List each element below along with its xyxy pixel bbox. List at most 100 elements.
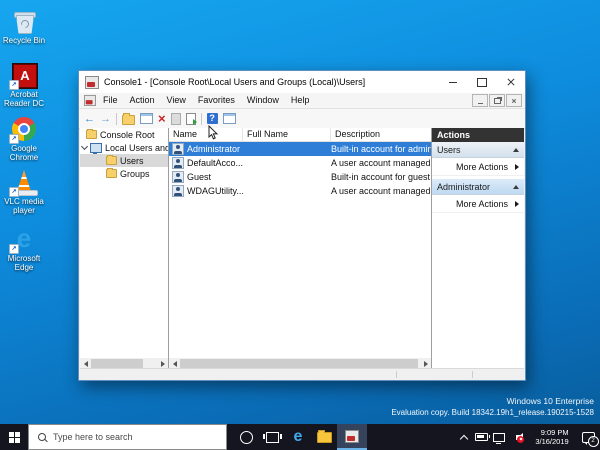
user-row-guest[interactable]: Guest Built-in account for guest access … bbox=[169, 170, 431, 184]
vlc-icon: ↗ bbox=[11, 169, 37, 195]
desktop-icon-label: Recycle Bin bbox=[1, 36, 47, 45]
start-button[interactable] bbox=[0, 424, 28, 450]
user-description: A user account managed by the s... bbox=[331, 158, 431, 168]
menu-bar: File Action View Favorites Window Help bbox=[79, 93, 525, 109]
tree-item-groups[interactable]: Groups bbox=[80, 167, 168, 180]
help-icon[interactable]: ? bbox=[207, 113, 218, 124]
mmc-app-icon bbox=[85, 76, 99, 89]
taskbar-explorer-button[interactable] bbox=[311, 424, 337, 450]
task-view-button[interactable] bbox=[259, 424, 285, 450]
menu-help[interactable]: Help bbox=[285, 93, 316, 108]
action-center-icon: 2 bbox=[582, 432, 595, 443]
tree-item-label: Local Users and Gro bbox=[105, 143, 168, 153]
mmc-console-window: Console1 - [Console Root\Local Users and… bbox=[78, 70, 526, 381]
edge-icon: e bbox=[294, 428, 303, 446]
shortcut-arrow-icon: ↗ bbox=[9, 244, 19, 254]
close-button[interactable] bbox=[496, 71, 525, 93]
window-title: Console1 - [Console Root\Local Users and… bbox=[104, 77, 438, 87]
user-row-administrator[interactable]: Administrator Built-in account for admin… bbox=[169, 142, 431, 156]
menu-window[interactable]: Window bbox=[241, 93, 285, 108]
tree-item-label: Users bbox=[120, 156, 144, 166]
tray-network[interactable] bbox=[490, 433, 508, 442]
folder-icon bbox=[106, 169, 117, 178]
speaker-icon bbox=[516, 435, 520, 440]
taskbar-edge-button[interactable]: e bbox=[285, 424, 311, 450]
window-titlebar[interactable]: Console1 - [Console Root\Local Users and… bbox=[79, 71, 525, 93]
actions-section-label: Administrator bbox=[437, 182, 490, 192]
forward-icon[interactable]: → bbox=[100, 112, 111, 126]
expanded-chevron-icon[interactable] bbox=[81, 143, 88, 150]
scrollbar-thumb[interactable] bbox=[180, 359, 418, 368]
windows-logo-icon bbox=[9, 432, 20, 443]
properties-icon[interactable] bbox=[171, 113, 181, 125]
desktop-icon-vlc[interactable]: ↗ VLC media player bbox=[1, 169, 47, 215]
taskbar-search[interactable]: Type here to search bbox=[28, 424, 227, 450]
child-restore-button[interactable] bbox=[489, 94, 505, 107]
back-icon[interactable]: ← bbox=[84, 112, 95, 126]
cortana-icon bbox=[240, 431, 253, 444]
more-actions-users[interactable]: More Actions bbox=[432, 158, 524, 176]
collapse-icon[interactable] bbox=[513, 148, 519, 152]
cortana-button[interactable] bbox=[233, 424, 259, 450]
desktop-icon-acrobat-reader[interactable]: A ↗ Acrobat Reader DC bbox=[1, 62, 47, 108]
desktop-icon-label: Google Chrome bbox=[1, 144, 47, 162]
scrollbar-thumb[interactable] bbox=[91, 359, 143, 368]
child-minimize-button[interactable] bbox=[472, 94, 488, 107]
file-explorer-icon bbox=[317, 432, 332, 443]
desktop-icon-google-chrome[interactable]: ↗ Google Chrome bbox=[1, 116, 47, 162]
more-actions-administrator[interactable]: More Actions bbox=[432, 195, 524, 213]
show-action-pane-icon[interactable] bbox=[223, 113, 236, 124]
export-list-icon[interactable] bbox=[186, 113, 196, 125]
user-row-wdagutility[interactable]: WDAGUtility... A user account managed an… bbox=[169, 184, 431, 198]
shortcut-arrow-icon: ↗ bbox=[9, 80, 19, 90]
user-name: Guest bbox=[187, 172, 211, 182]
user-description: Built-in account for guest access t... bbox=[331, 172, 431, 182]
status-bar bbox=[80, 368, 524, 380]
show-console-tree-icon[interactable] bbox=[122, 115, 135, 125]
user-name: Administrator bbox=[187, 144, 240, 154]
evaluation-watermark: Windows 10 Enterprise Evaluation copy. B… bbox=[391, 396, 594, 418]
console-window-icon[interactable] bbox=[140, 113, 153, 124]
desktop-icon-recycle-bin[interactable]: Recycle Bin bbox=[1, 8, 47, 45]
tray-clock[interactable]: 9:09 PM 3/16/2019 bbox=[528, 428, 576, 446]
desktop-icon-label: VLC media player bbox=[1, 197, 47, 215]
desktop-icon-microsoft-edge[interactable]: e ↗ Microsoft Edge bbox=[1, 226, 47, 272]
tree-item-console-root[interactable]: Console Root bbox=[80, 128, 168, 141]
menu-view[interactable]: View bbox=[161, 93, 192, 108]
tree-item-local-users-groups[interactable]: Local Users and Gro bbox=[80, 141, 168, 154]
snapin-icon bbox=[90, 143, 102, 153]
mmc-child-icon bbox=[84, 95, 96, 106]
action-center-button[interactable]: 2 bbox=[576, 432, 600, 443]
column-header-description[interactable]: Description bbox=[331, 128, 431, 141]
tray-show-hidden-icons[interactable] bbox=[456, 433, 472, 442]
maximize-button[interactable] bbox=[467, 71, 496, 93]
menu-file[interactable]: File bbox=[97, 93, 124, 108]
task-view-icon bbox=[266, 432, 279, 443]
tree-item-users[interactable]: Users bbox=[80, 154, 168, 167]
more-actions-label: More Actions bbox=[456, 199, 508, 209]
watermark-edition: Windows 10 Enterprise bbox=[391, 396, 594, 407]
actions-section-administrator[interactable]: Administrator bbox=[432, 179, 524, 195]
toolbar-separator bbox=[116, 113, 117, 125]
clock-date: 3/16/2019 bbox=[535, 437, 568, 446]
actions-section-label: Users bbox=[437, 145, 461, 155]
tray-battery[interactable] bbox=[472, 433, 490, 441]
taskbar-mmc-button-active[interactable] bbox=[337, 424, 367, 450]
minimize-button[interactable] bbox=[438, 71, 467, 93]
user-description: A user account managed and use... bbox=[331, 186, 431, 196]
search-icon bbox=[38, 433, 46, 441]
tray-volume-muted[interactable] bbox=[508, 435, 528, 440]
menu-favorites[interactable]: Favorites bbox=[192, 93, 241, 108]
child-close-button[interactable] bbox=[506, 94, 522, 107]
collapse-icon[interactable] bbox=[513, 185, 519, 189]
mute-badge-icon bbox=[517, 436, 524, 443]
column-header-name[interactable]: Name bbox=[169, 128, 243, 141]
column-header-full-name[interactable]: Full Name bbox=[243, 128, 331, 141]
clock-time: 9:09 PM bbox=[535, 428, 568, 437]
user-row-defaultaccount[interactable]: DefaultAcco... A user account managed by… bbox=[169, 156, 431, 170]
battery-icon bbox=[475, 433, 488, 441]
delete-icon[interactable]: × bbox=[158, 112, 166, 126]
actions-section-users[interactable]: Users bbox=[432, 142, 524, 158]
menu-action[interactable]: Action bbox=[124, 93, 161, 108]
shortcut-arrow-icon: ↗ bbox=[9, 187, 19, 197]
